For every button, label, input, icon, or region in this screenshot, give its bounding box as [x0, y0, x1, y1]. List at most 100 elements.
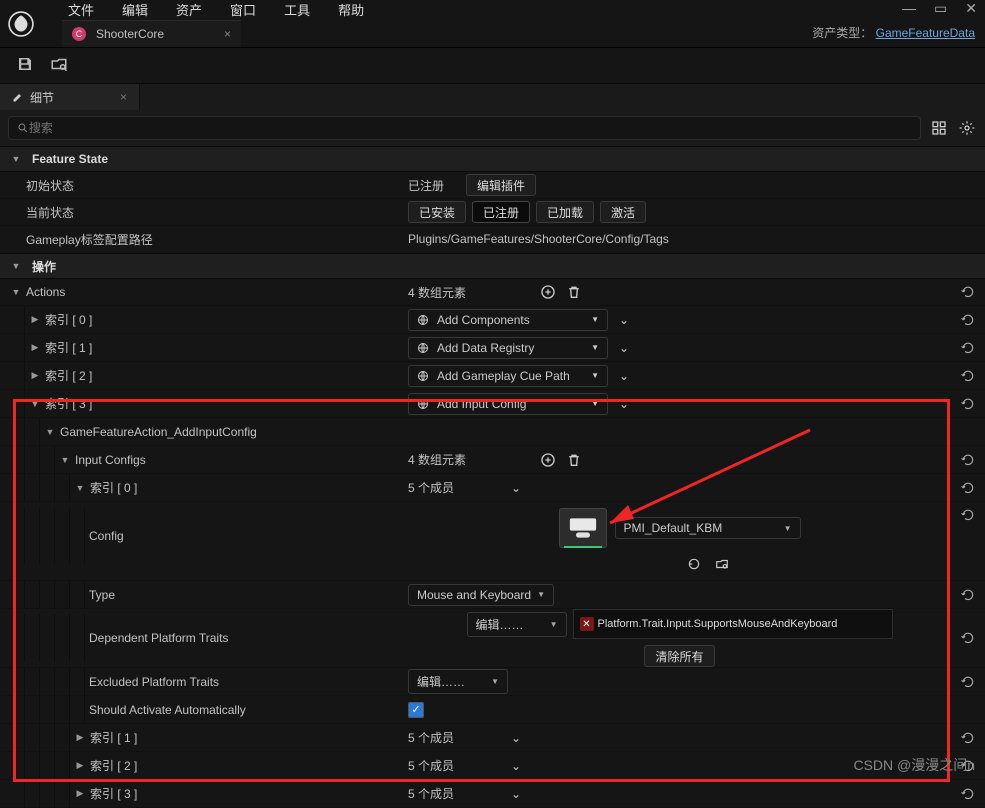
title-bar: 文件 编辑 资产 窗口 工具 帮助 C ShooterCore × — ▭ ✕ …: [0, 0, 985, 48]
section-feature-state[interactable]: ▼ Feature State: [0, 146, 985, 172]
reset-icon[interactable]: [951, 731, 985, 745]
reset-icon[interactable]: [951, 369, 985, 383]
search-input[interactable]: [29, 121, 912, 135]
action-dropdown-3[interactable]: Add Input Config▼: [408, 393, 608, 415]
search-bar: [0, 110, 985, 146]
action-index-label: 索引 [ 0 ]: [45, 311, 92, 328]
chevron-down-icon[interactable]: ▼: [44, 427, 56, 437]
details-tab[interactable]: 细节 ×: [0, 84, 140, 110]
row-excluded-traits: Excluded Platform Traits 编辑……▼: [0, 668, 985, 696]
delete-icon[interactable]: [564, 450, 584, 470]
add-element-icon[interactable]: [538, 450, 558, 470]
row-type: Type Mouse and Keyboard▼: [0, 581, 985, 609]
asset-thumbnail[interactable]: [559, 508, 607, 548]
window-close-icon[interactable]: ✕: [965, 0, 977, 17]
chevron-right-icon[interactable]: ▶: [74, 788, 86, 799]
expand-icon[interactable]: ⌄: [614, 366, 634, 386]
row-action-3: ▼索引 [ 3 ] Add Input Config▼ ⌄: [0, 390, 985, 418]
pill-active[interactable]: 激活: [600, 201, 646, 223]
reset-icon[interactable]: [951, 675, 985, 689]
window-maximize-icon[interactable]: ▭: [934, 0, 947, 17]
chevron-right-icon[interactable]: ▶: [29, 342, 41, 353]
type-dropdown[interactable]: Mouse and Keyboard▼: [408, 584, 554, 606]
menu-file[interactable]: 文件: [68, 0, 94, 19]
edit-traits-dropdown[interactable]: 编辑……▼: [467, 612, 567, 637]
document-tab[interactable]: C ShooterCore ×: [62, 20, 241, 47]
expand-icon[interactable]: ⌄: [506, 756, 526, 776]
reset-icon[interactable]: [951, 787, 985, 801]
expand-icon[interactable]: ⌄: [506, 478, 526, 498]
reset-icon[interactable]: [951, 481, 985, 495]
save-icon[interactable]: [16, 55, 34, 76]
delete-icon[interactable]: [564, 282, 584, 302]
chevron-right-icon[interactable]: ▶: [74, 732, 86, 743]
search-input-wrap[interactable]: [8, 116, 921, 140]
chevron-down-icon[interactable]: ▼: [74, 483, 86, 493]
chevron-right-icon[interactable]: ▶: [29, 370, 41, 381]
chevron-right-icon[interactable]: ▶: [29, 314, 41, 325]
action-dropdown-0[interactable]: Add Components▼: [408, 309, 608, 331]
settings-icon[interactable]: [957, 118, 977, 138]
tag-path-label: Gameplay标签配置路径: [26, 231, 153, 248]
remove-tag-icon[interactable]: ✕: [580, 617, 594, 631]
expand-icon[interactable]: ⌄: [614, 394, 634, 414]
details-tab-close-icon[interactable]: ×: [120, 90, 127, 104]
action-dropdown-2[interactable]: Add Gameplay Cue Path▼: [408, 365, 608, 387]
menu-window[interactable]: 窗口: [230, 0, 256, 19]
reset-icon[interactable]: [951, 631, 985, 645]
action-index-label: 索引 [ 1 ]: [45, 339, 92, 356]
row-initial-state: 初始状态 已注册 编辑插件: [0, 172, 985, 199]
dependent-traits-label: Dependent Platform Traits: [89, 631, 228, 645]
edit-excluded-dropdown[interactable]: 编辑……▼: [408, 669, 508, 694]
browse-icon[interactable]: [50, 55, 68, 76]
chevron-right-icon[interactable]: ▶: [74, 760, 86, 771]
row-action-1: ▶ 索引 [ 1 ] Add Data Registry▼ ⌄: [0, 334, 985, 362]
expand-icon[interactable]: ⌄: [614, 310, 634, 330]
reset-icon[interactable]: [951, 508, 985, 522]
chevron-down-icon[interactable]: ▼: [59, 455, 71, 465]
reset-icon[interactable]: [951, 588, 985, 602]
chevron-down-icon[interactable]: ▼: [29, 399, 41, 409]
auto-activate-checkbox[interactable]: ✓: [408, 702, 424, 718]
row-dependent-traits: Dependent Platform Traits 编辑……▼ ✕ Platfo…: [0, 609, 985, 668]
details-tab-label: 细节: [30, 89, 54, 106]
actions-label: Actions: [26, 285, 65, 299]
chevron-down-icon[interactable]: ▼: [10, 287, 22, 297]
clear-all-button[interactable]: 清除所有: [644, 645, 714, 667]
tab-title: ShooterCore: [96, 27, 164, 41]
reset-icon[interactable]: [951, 285, 985, 299]
initial-state-label: 初始状态: [26, 177, 74, 194]
expand-icon[interactable]: ⌄: [506, 728, 526, 748]
ue-logo-icon: [8, 11, 34, 37]
window-minimize-icon[interactable]: —: [902, 0, 916, 17]
panel-tab-row: 细节 ×: [0, 84, 985, 110]
use-selected-icon[interactable]: [684, 554, 704, 574]
reset-icon[interactable]: [951, 397, 985, 411]
reset-icon[interactable]: [951, 313, 985, 327]
pill-loaded[interactable]: 已加载: [536, 201, 594, 223]
expand-icon[interactable]: ⌄: [614, 338, 634, 358]
expand-icon[interactable]: ⌄: [506, 784, 526, 804]
view-grid-icon[interactable]: [929, 118, 949, 138]
search-icon: [17, 122, 29, 134]
menu-edit[interactable]: 编辑: [122, 0, 148, 19]
row-tag-path: Gameplay标签配置路径 Plugins/GameFeatures/Shoo…: [0, 226, 985, 253]
menu-help[interactable]: 帮助: [338, 0, 364, 19]
reset-icon[interactable]: [951, 341, 985, 355]
config-asset-dropdown[interactable]: PMI_Default_KBM▼: [615, 517, 801, 539]
reset-icon[interactable]: [951, 453, 985, 467]
add-element-icon[interactable]: [538, 282, 558, 302]
globe-icon: [417, 398, 429, 410]
inputconfig-3-label: 索引 [ 3 ]: [90, 785, 137, 802]
asset-type-link[interactable]: GameFeatureData: [876, 26, 975, 40]
pill-registered[interactable]: 已注册: [472, 201, 530, 223]
tab-close-icon[interactable]: ×: [224, 27, 231, 41]
menu-tools[interactable]: 工具: [284, 0, 310, 19]
edit-plugin-button[interactable]: 编辑插件: [466, 174, 536, 196]
menu-asset[interactable]: 资产: [176, 0, 202, 19]
section-actions[interactable]: ▼ 操作: [0, 253, 985, 279]
inputconfig-0-label: 索引 [ 0 ]: [90, 479, 137, 496]
action-dropdown-1[interactable]: Add Data Registry▼: [408, 337, 608, 359]
browse-asset-icon[interactable]: [712, 554, 732, 574]
pill-installed[interactable]: 已安装: [408, 201, 466, 223]
